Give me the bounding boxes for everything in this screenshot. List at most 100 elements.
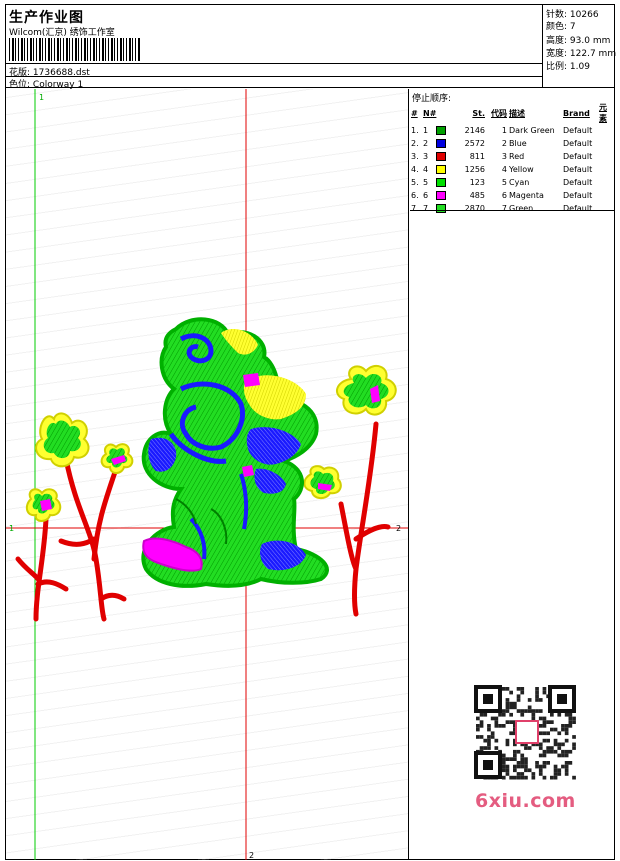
table-row: 7. 7 2870 7 Green Default [410,202,614,215]
needle-number: 7 [423,204,429,213]
cell-stitches: 2146 [464,126,485,135]
cell-index: 5. [411,178,419,187]
guide-label-right: 2 [396,524,401,533]
needle-number: 1 [423,126,429,135]
watermark-text: 6xiu.com [475,790,576,812]
cell-code: 6 [501,191,507,200]
stop-sequence-table: # N# St. 代码 描述 Brand 元素 1. 1 2146 1 Dark Gre… [410,102,614,215]
table-row: 5. 5 123 5 Cyan Default [410,176,614,189]
flower-left-small [100,443,134,474]
cell-description: Red [509,152,525,161]
stat-width: 宽度: 122.7 mm [546,49,617,59]
table-row: 4. 4 1256 4 Yellow Default [410,163,614,176]
col-stitches: St. [472,108,485,118]
embroidery-preview[interactable]: 1 1 2 2 [6,89,409,860]
cell-index: 2. [411,139,419,148]
table-row: 1. 1 2146 1 Dark Green Default [410,124,614,137]
character-figure [141,317,329,588]
needle-number: 5 [423,178,429,187]
cell-description: Dark Green [509,126,555,135]
company-name: Wilcom(汇京) 绣饰工作室 [9,28,115,38]
cell-brand: Default [563,191,593,200]
flower-left-top [35,412,90,468]
needle-number: 4 [423,165,429,174]
cell-element [598,202,614,215]
flower-right-small [303,465,342,499]
color-swatch [436,139,447,148]
table-row: 3. 3 811 3 Red Default [410,150,614,163]
table-row: 6. 6 485 6 Magenta Default [410,189,614,202]
flower-left-bottom [25,488,62,522]
cell-element [598,176,614,189]
cell-brand: Default [563,126,593,135]
cell-code: 3 [501,152,507,161]
guide-label-top: 1 [39,93,44,102]
barcode [9,38,141,61]
cell-brand: Default [563,139,593,148]
cell-element [598,163,614,176]
qr-code [472,683,580,783]
needle-number: 6 [423,191,429,200]
color-swatch [436,152,447,161]
divider [6,63,543,64]
stat-height: 高度: 93.0 mm [546,36,611,46]
color-swatch [436,126,447,135]
cell-code: 7 [501,204,507,213]
cell-index: 6. [411,191,419,200]
needle-number: 3 [423,152,429,161]
cell-stitches: 811 [469,152,485,161]
stat-colors: 颜色: 7 [546,22,576,32]
cell-needle: 2 [422,137,454,150]
cell-element [598,137,614,150]
guide-label-left: 1 [9,524,14,533]
cell-needle: 4 [422,163,454,176]
cell-needle: 7 [422,202,454,215]
embroidery-artwork: 1 1 2 2 [6,89,408,860]
sheet-header: 生产作业图 Wilcom(汇京) 绣饰工作室 花版: 1736688.dst 色… [6,5,617,90]
cell-stitches: 2870 [464,204,485,213]
col-index: # [411,108,418,118]
cell-stitches: 485 [469,191,485,200]
cell-element [598,150,614,163]
cell-description: Blue [509,139,527,148]
color-swatch [436,165,447,174]
col-code: 代码 [491,108,507,118]
cell-needle: 6 [422,189,454,202]
needle-number: 2 [423,139,429,148]
cell-brand: Default [563,204,593,213]
cell-index: 3. [411,152,419,161]
color-swatch [436,191,447,200]
color-swatch [436,178,447,187]
cell-code: 1 [501,126,507,135]
cell-stitches: 1256 [464,165,485,174]
stat-scale: 比例: 1.09 [546,62,590,72]
cell-description: Green [509,204,534,213]
table-row: 2. 2 2572 2 Blue Default [410,137,614,150]
cell-code: 4 [501,165,507,174]
panel-divider [410,210,614,211]
cell-description: Magenta [509,191,544,200]
table-header-row: # N# St. 代码 描述 Brand 元素 [410,102,614,124]
cell-index: 7. [411,204,419,213]
cell-index: 4. [411,165,419,174]
guide-label-bottom: 2 [249,851,254,860]
header-info: 生产作业图 Wilcom(汇京) 绣饰工作室 花版: 1736688.dst 色… [6,5,543,90]
cell-needle: 5 [422,176,454,189]
cell-description: Cyan [509,178,530,187]
flower-right-top [335,364,397,416]
cell-code: 5 [501,178,507,187]
col-needle: N# [423,108,437,118]
color-swatch [436,204,447,213]
col-element: 元素 [599,103,607,123]
cell-element [598,189,614,202]
sheet-title: 生产作业图 [9,10,84,26]
cell-code: 2 [501,139,507,148]
col-brand: Brand [563,108,590,118]
cell-needle: 1 [422,124,454,137]
cell-brand: Default [563,165,593,174]
divider [6,76,543,77]
cell-needle: 3 [422,150,454,163]
cell-description: Yellow [509,165,534,174]
cell-index: 1. [411,126,419,135]
cell-brand: Default [563,178,593,187]
